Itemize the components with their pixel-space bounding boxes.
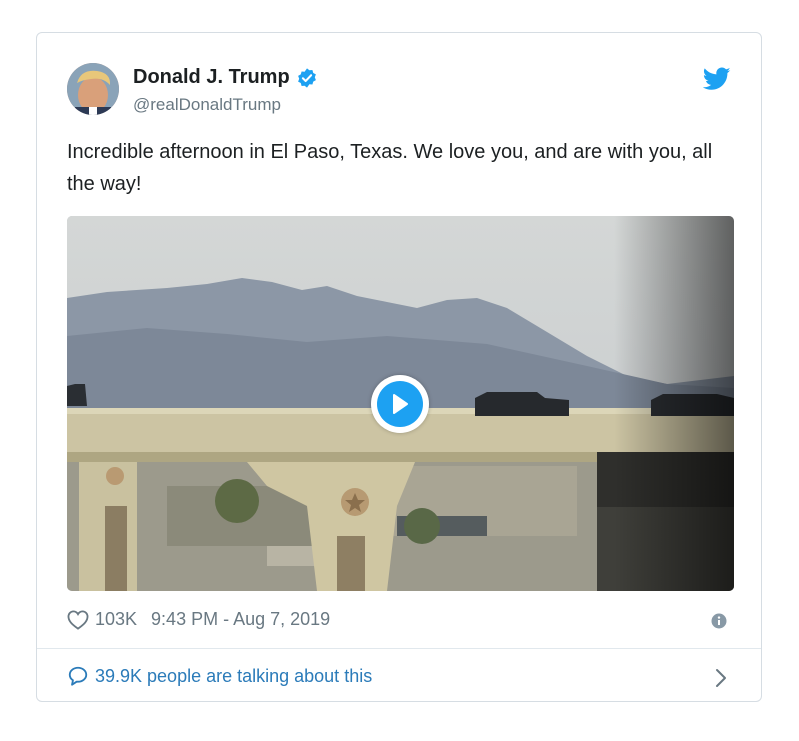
author-display-name[interactable]: Donald J. Trump: [133, 66, 290, 89]
speech-bubble-icon: [68, 666, 88, 686]
author-name-row: Donald J. Trump: [133, 66, 318, 89]
twitter-bird-icon[interactable]: [703, 67, 731, 91]
tweet-timestamp[interactable]: 9:43 PM - Aug 7, 2019: [151, 609, 330, 630]
heart-icon[interactable]: [67, 609, 89, 630]
conversation-link[interactable]: 39.9K people are talking about this: [67, 665, 733, 687]
divider: [37, 648, 761, 649]
play-button[interactable]: [371, 375, 429, 433]
info-icon[interactable]: [711, 613, 727, 629]
play-icon: [377, 381, 423, 427]
like-count[interactable]: 103K: [95, 609, 137, 630]
tweet-meta-row: 103K 9:43 PM - Aug 7, 2019: [67, 609, 330, 630]
verified-badge-icon: [297, 67, 316, 88]
video-player[interactable]: [67, 216, 734, 591]
talking-count-text: 39.9K people are talking about this: [95, 665, 373, 686]
avatar[interactable]: [67, 63, 119, 115]
tweet-text: Incredible afternoon in El Paso, Texas. …: [67, 141, 713, 195]
tweet-card: Donald J. Trump @realDonaldTrump Incredi…: [36, 32, 762, 702]
author-handle[interactable]: @realDonaldTrump: [133, 95, 281, 115]
chevron-right-icon[interactable]: [715, 668, 727, 688]
